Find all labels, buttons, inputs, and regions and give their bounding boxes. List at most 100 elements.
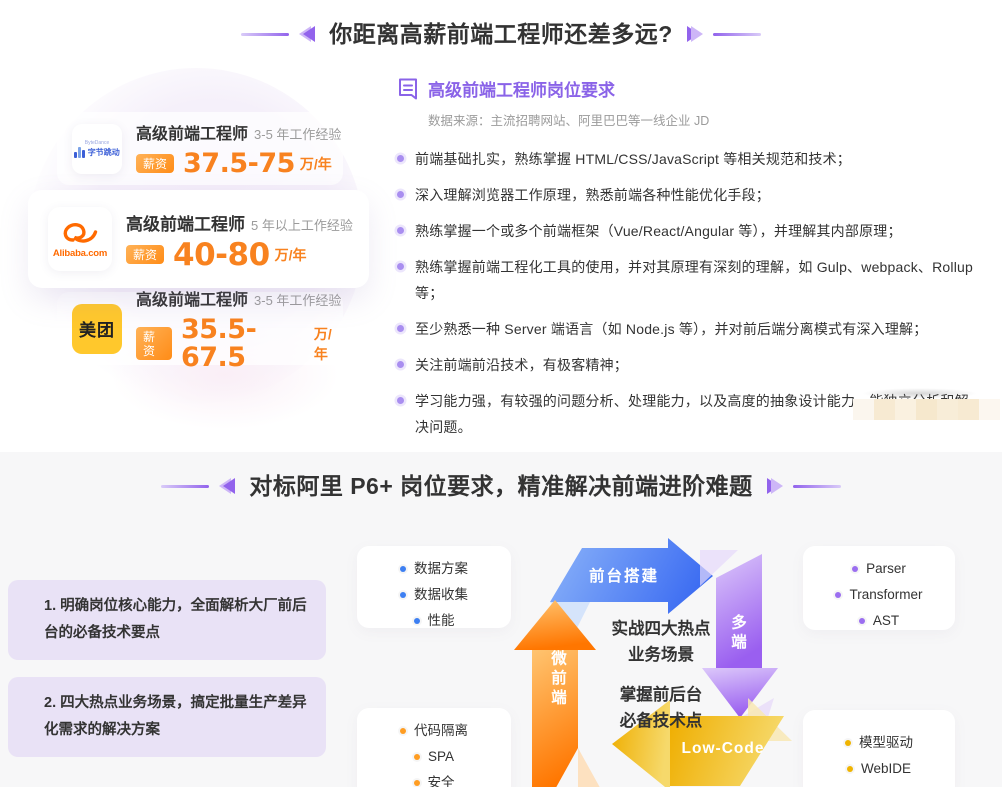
requirement-item: 深入理解浏览器工作原理，熟悉前端各种性能优化手段； [397, 182, 993, 208]
diagram-center-text: 实战四大热点 业务场景 掌握前后台 必备技术点 [566, 616, 756, 735]
job-card-bytedance: ByteDance 字节跳动 高级前端工程师 3-5 年工作经验 薪资 37.5… [57, 112, 343, 185]
bullet-dot-icon [397, 191, 404, 198]
topic-list: ParserTransformerAST [803, 546, 955, 634]
job-card-alibaba: Alibaba.com 高级前端工程师 5 年以上工作经验 薪资 40-80 万… [28, 190, 369, 288]
bullet-dot-icon [852, 566, 858, 572]
topic-item: 数据方案 [357, 556, 511, 582]
requirement-item: 至少熟悉一种 Server 端语言（如 Node.js 等），并对前后端分离模式… [397, 316, 993, 342]
requirement-text: 至少熟悉一种 Server 端语言（如 Node.js 等），并对前后端分离模式… [415, 316, 927, 342]
topic-item: AST [803, 608, 955, 634]
section2-title: 对标阿里 P6+ 岗位要求，精准解决前端进阶难题 [249, 470, 752, 502]
topic-text: 安全 [428, 770, 455, 787]
salary-unit: 万/年 [314, 324, 343, 364]
title-right-decoration [767, 478, 841, 494]
center-line-4: 必备技术点 [566, 708, 756, 734]
salary-range: 40-80 [173, 241, 270, 269]
section-salary-gap: 你距离高薪前端工程师还差多远? ByteDance 字节跳动 高级前端工程师 [0, 0, 1002, 452]
salary-unit: 万/年 [275, 245, 307, 265]
data-source-note: 数据来源：主流招聘网站、阿里巴巴等一线企业 JD [428, 110, 993, 129]
arrow-label-frontdesk: 前台搭建 [572, 564, 676, 586]
topic-item: 安全 [357, 770, 511, 787]
topic-item: Transformer [803, 582, 955, 608]
topic-list: 模型驱动WebIDE [803, 710, 955, 782]
bullet-dot-icon [400, 566, 406, 572]
requirement-text: 熟练掌握前端工程化工具的使用，并对其原理有深刻的理解，如 Gulp、webpac… [415, 254, 981, 306]
decoration-line [241, 33, 289, 36]
topic-text: 数据收集 [414, 582, 468, 608]
section-ali-p6: 对标阿里 P6+ 岗位要求，精准解决前端进阶难题 1. 明确岗位核心能力，全面解… [0, 452, 1002, 787]
topic-text: 模型驱动 [859, 730, 913, 756]
bullet-dot-icon [414, 618, 420, 624]
meituan-logo-text: 美团 [79, 316, 115, 341]
job-experience: 3-5 年工作经验 [254, 124, 341, 143]
topic-item: Parser [803, 556, 955, 582]
requirement-item: 熟练掌握前端工程化工具的使用，并对其原理有深刻的理解，如 Gulp、webpac… [397, 254, 993, 306]
requirement-item: 前端基础扎实，熟练掌握 HTML/CSS/JavaScript 等相关规范和技术… [397, 146, 993, 172]
salary-badge: 薪资 [136, 154, 174, 173]
topic-text: Transformer [849, 582, 922, 608]
card-microfrontend-topics: 代码隔离SPA安全 [357, 708, 511, 787]
center-line-3: 掌握前后台 [566, 682, 756, 708]
requirement-item: 熟练掌握一个或多个前端框架（Vue/React/Angular 等），并理解其内… [397, 218, 993, 244]
job-info: 高级前端工程师 3-5 年工作经验 薪资 37.5-75 万/年 [136, 120, 341, 178]
job-info: 高级前端工程师 5 年以上工作经验 薪资 40-80 万/年 [126, 210, 353, 269]
decoration-line [713, 33, 761, 36]
bullet-dot-icon [397, 155, 404, 162]
topic-item: 代码隔离 [357, 718, 511, 744]
decoration-line [161, 485, 209, 488]
selling-point-2: 2. 四大热点业务场景，搞定批量生产差异化需求的解决方案 [8, 677, 326, 757]
topic-text: WebIDE [861, 756, 911, 782]
triangle-right-light-icon [771, 478, 783, 494]
bullet-dot-icon [414, 754, 420, 760]
bytedance-logo: ByteDance 字节跳动 [72, 124, 122, 174]
topic-item: 数据收集 [357, 582, 511, 608]
topic-item: SPA [357, 744, 511, 770]
bullet-dot-icon [414, 780, 420, 786]
salary-badge: 薪资 [126, 245, 164, 264]
arrow-label-microfrontend: 微前端 [546, 650, 568, 709]
topic-list: 代码隔离SPA安全 [357, 708, 511, 787]
section1-title: 你距离高薪前端工程师还差多远? [329, 18, 673, 50]
bullet-dot-icon [859, 618, 865, 624]
bullet-dot-icon [397, 227, 404, 234]
topic-text: 代码隔离 [414, 718, 468, 744]
triangle-left-icon [223, 478, 235, 494]
topic-text: AST [873, 608, 899, 634]
bullet-dot-icon [400, 728, 406, 734]
topic-text: Parser [866, 556, 906, 582]
section2-title-row: 对标阿里 P6+ 岗位要求，精准解决前端进阶难题 [0, 470, 1002, 502]
section1-title-row: 你距离高薪前端工程师还差多远? [0, 18, 1002, 50]
title-left-decoration [241, 26, 315, 42]
salary-badge: 薪资 [136, 327, 172, 360]
bytedance-logo-text: 字节跳动 [88, 148, 120, 158]
bytedance-bars-icon [74, 146, 85, 158]
arrow-label-lowcode: Low-Code [668, 740, 778, 758]
bytedance-logo-row: 字节跳动 [74, 146, 120, 158]
document-icon [397, 77, 419, 101]
bullet-dot-icon [400, 592, 406, 598]
pixel-blocks-decoration [853, 399, 1000, 420]
requirements-heading: 高级前端工程师岗位要求 [428, 76, 615, 101]
salary-range: 35.5-67.5 [181, 316, 309, 372]
salary-range: 37.5-75 [183, 150, 295, 178]
title-left-decoration [161, 478, 235, 494]
selling-point-1: 1. 明确岗位核心能力，全面解析大厂前后台的必备技术要点 [8, 580, 326, 660]
course-landing-page: 你距离高薪前端工程师还差多远? ByteDance 字节跳动 高级前端工程师 [0, 0, 1002, 787]
topic-item: WebIDE [803, 756, 955, 782]
card-multiend-topics: ParserTransformerAST [803, 546, 955, 630]
topic-item: 模型驱动 [803, 730, 955, 756]
triangle-right-light-icon [691, 26, 703, 42]
job-experience: 5 年以上工作经验 [251, 215, 353, 234]
decoration-line [793, 485, 841, 488]
topic-text: SPA [428, 744, 454, 770]
bullet-dot-icon [835, 592, 841, 598]
job-experience: 3-5 年工作经验 [254, 290, 341, 309]
meituan-logo: 美团 [72, 304, 122, 354]
alibaba-logo-text: Alibaba.com [53, 248, 107, 259]
topic-text: 性能 [428, 608, 455, 634]
topic-list: 数据方案数据收集性能 [357, 546, 511, 634]
card-lowcode-topics: 模型驱动WebIDE [803, 710, 955, 787]
title-right-decoration [687, 26, 761, 42]
center-line-1: 实战四大热点 [566, 616, 756, 642]
job-title: 高级前端工程师 [136, 120, 248, 144]
